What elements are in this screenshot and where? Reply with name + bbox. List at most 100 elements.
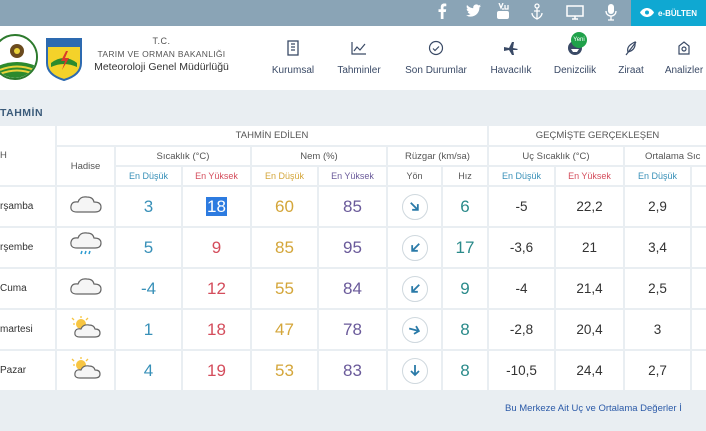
cloud-icon — [69, 276, 103, 301]
uc-high-cell: 21,4 — [556, 269, 623, 308]
nav-denizcilik[interactable]: Yeni Denizcilik — [550, 32, 600, 76]
sub-header-nem-high: En Yüksek — [319, 167, 386, 185]
twitter-icon[interactable] — [466, 4, 481, 17]
day-name: rşamba — [0, 201, 34, 212]
forecast-table: H TAHMİN EDİLEN GEÇMİŞTE GERÇEKLEŞEN Had… — [0, 126, 706, 391]
day-cell: Cuma — [0, 269, 55, 308]
wind-direction-icon — [401, 316, 428, 343]
wind-speed: 8 — [460, 319, 470, 339]
nem-high: 95 — [343, 237, 362, 257]
wind-dir-cell — [388, 351, 441, 390]
col-header-ortalama: Ortalama Sıc — [625, 147, 706, 165]
nav-ziraat[interactable]: Ziraat — [614, 38, 648, 76]
cloud-icon — [69, 194, 103, 219]
wind-dir-cell — [388, 269, 441, 308]
uc-high: 20,4 — [576, 322, 603, 337]
temp-low: -4 — [140, 278, 157, 298]
temp-low-cell: 4 — [116, 351, 181, 390]
temp-high-cell: 19 — [183, 351, 250, 390]
building-icon — [269, 38, 317, 58]
footer-link[interactable]: Bu Merkeze Ait Uç ve Ortalama Değerler İ — [505, 403, 682, 414]
ministry-title: T.C. TARIM VE ORMAN BAKANLIĞI Meteoroloj… — [89, 36, 234, 73]
uc-low-cell: -4 — [489, 269, 554, 308]
temp-high: 18 — [206, 197, 227, 216]
temp-high-cell: 12 — [183, 269, 250, 308]
day-cell: rşamba — [0, 187, 55, 226]
orman-logo[interactable] — [0, 34, 38, 80]
day-name: Cuma — [0, 283, 27, 294]
sun-cloud-icon — [69, 315, 103, 344]
temp-high-cell: 18 — [183, 187, 250, 226]
temp-low-cell: 5 — [116, 228, 181, 267]
wind-direction-icon — [401, 193, 428, 220]
site-header: T.C. TARIM VE ORMAN BAKANLIĞI Meteoroloj… — [0, 26, 706, 90]
day-name: martesi — [0, 324, 33, 335]
wind-speed: 8 — [460, 360, 470, 380]
day-name: Pazar — [0, 365, 27, 376]
section-title: TAHMİN — [0, 107, 44, 119]
nav-label: Denizcilik — [553, 65, 597, 76]
sub-header-yon: Yön — [388, 167, 441, 185]
uc-low-cell: -3,6 — [489, 228, 554, 267]
nav-kurumsal[interactable]: Kurumsal — [269, 38, 317, 76]
uc-low: -10,5 — [506, 363, 537, 378]
uc-high-cell: 21 — [556, 228, 623, 267]
ort-extra-cell — [692, 269, 706, 308]
nav-label: Havacılık — [490, 65, 532, 76]
sub-header-nem-low: En Düşük — [252, 167, 317, 185]
day-cell: rşembe — [0, 228, 55, 267]
group-forecast-header: TAHMİN EDİLEN — [57, 126, 487, 145]
temp-low-cell: 1 — [116, 310, 181, 349]
temp-high-cell: 18 — [183, 310, 250, 349]
nem-high: 78 — [343, 319, 362, 339]
sub-label: En Düşük — [264, 171, 305, 181]
uc-low-cell: -2,8 — [489, 310, 554, 349]
nem-header-label: Nem (%) — [300, 150, 338, 162]
nav-son-durumlar[interactable]: Son Durumlar — [401, 38, 471, 76]
uc-high: 24,4 — [576, 363, 603, 378]
uc-high-cell: 20,4 — [556, 310, 623, 349]
meteoroloji-logo[interactable] — [45, 37, 83, 82]
sub-label: En Düşük — [637, 171, 678, 181]
top-bar: e-BÜLTEN — [0, 0, 706, 26]
group-forecast-label: TAHMİN EDİLEN — [235, 130, 309, 141]
cloud-rain-icon — [69, 232, 103, 263]
nem-high-cell: 95 — [319, 228, 386, 267]
ort-low: 2,5 — [648, 281, 667, 296]
ort-extra-cell — [692, 351, 706, 390]
nem-high-cell: 83 — [319, 351, 386, 390]
nem-low-cell: 55 — [252, 269, 317, 308]
sub-header-uc-high: En Yüksek — [556, 167, 623, 185]
ruzgar-header-label: Rüzgar (km/sa) — [405, 150, 470, 162]
ort-extra-cell — [692, 310, 706, 349]
microphone-icon[interactable] — [605, 3, 617, 21]
sub-header-ort-extra — [692, 167, 706, 185]
hadise-cell — [57, 228, 114, 267]
wind-speed-cell: 17 — [443, 228, 487, 267]
clock-icon — [401, 38, 471, 58]
chart-icon — [333, 38, 385, 58]
nav-tahminler[interactable]: Tahminler — [333, 38, 385, 76]
temp-low: 5 — [143, 237, 154, 257]
group-past-header: GEÇMİŞTE GERÇEKLEŞEN — [489, 126, 706, 145]
nem-low-cell: 53 — [252, 351, 317, 390]
wind-speed: 17 — [455, 237, 475, 257]
temp-low: 3 — [143, 196, 154, 216]
monitor-icon[interactable] — [566, 5, 584, 20]
wind-direction-icon — [401, 234, 428, 261]
day-cell: Pazar — [0, 351, 55, 390]
wind-speed-cell: 8 — [443, 310, 487, 349]
uc-high-cell: 24,4 — [556, 351, 623, 390]
nav-label: Son Durumlar — [405, 65, 467, 76]
new-badge: Yeni — [571, 32, 587, 48]
youtube-icon[interactable] — [496, 3, 510, 20]
nem-low-cell: 85 — [252, 228, 317, 267]
nav-havacilik[interactable]: Havacılık — [488, 38, 534, 76]
ebulten-button[interactable]: e-BÜLTEN — [631, 0, 706, 26]
uc-low: -3,6 — [509, 240, 534, 255]
nav-label: Analizler — [664, 65, 704, 76]
wind-direction-icon — [401, 275, 428, 302]
nav-analizler[interactable]: Analizler — [661, 38, 706, 76]
anchor-icon[interactable] — [528, 3, 546, 21]
facebook-icon[interactable] — [437, 3, 447, 19]
